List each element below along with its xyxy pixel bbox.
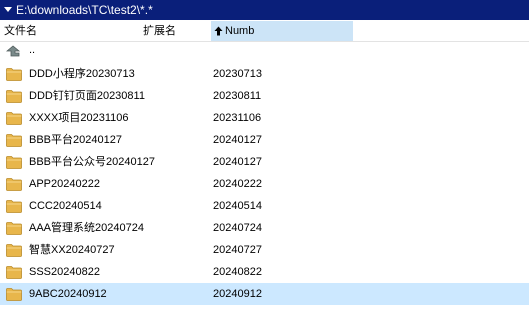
folder-numb: 20230713 [213,68,262,80]
folder-name: DDD钉钉页面20230811 [29,90,145,102]
folder-name: 9ABC20240912 [29,288,107,300]
folder-icon [6,265,22,279]
parent-directory-icon [5,45,22,59]
column-header-extension-label: 扩展名 [143,25,176,37]
folder-numb: 20240222 [213,178,262,190]
path-bar[interactable]: E:\downloads\TC\test2\*.* [0,0,529,20]
folder-rows: DDD小程序20230713 20230713 DDD钉钉页面20230811 202… [0,63,529,305]
column-header-bar: 文件名 扩展名 Numb [0,21,529,42]
folder-row[interactable]: XXXX项目20231106 20231106 [0,107,529,129]
folder-row[interactable]: CCC20240514 20240514 [0,195,529,217]
folder-name: DDD小程序20230713 [29,68,135,80]
folder-icon [6,111,22,125]
folder-numb: 20240127 [213,156,262,168]
column-header-numb-label: Numb [225,25,255,37]
folder-icon [6,155,22,169]
folder-numb: 20240822 [213,266,262,278]
folder-numb: 20230811 [213,90,262,102]
file-list: .. DDD小程序20230713 20230713 DDD钉钉页面20230811… [0,41,529,305]
folder-name: BBB平台公众号20240127 [29,156,155,168]
sort-ascending-arrow-icon [214,26,223,36]
folder-row[interactable]: DDD钉钉页面20230811 20230811 [0,85,529,107]
folder-icon [6,199,22,213]
column-header-name-label: 文件名 [4,25,37,37]
folder-row[interactable]: BBB平台20240127 20240127 [0,129,529,151]
folder-name: AAA管理系统20240724 [29,222,144,234]
folder-numb: 20240127 [213,134,262,146]
column-header-name[interactable]: 文件名 [4,21,140,41]
folder-row[interactable]: AAA管理系统20240724 20240724 [0,217,529,239]
folder-icon [6,243,22,257]
folder-name: XXXX项目20231106 [29,112,129,124]
current-path: E:\downloads\TC\test2\*.* [16,3,153,17]
folder-icon [6,221,22,235]
parent-directory-label: .. [29,44,36,56]
folder-numb: 20240727 [213,244,262,256]
folder-row[interactable]: DDD小程序20230713 20230713 [0,63,529,85]
folder-icon [6,133,22,147]
folder-numb: 20240724 [213,222,262,234]
folder-icon [6,67,22,81]
folder-name: APP20240222 [29,178,100,190]
folder-name: CCC20240514 [29,200,102,212]
folder-icon [6,287,22,301]
folder-numb: 20231106 [213,112,262,124]
folder-row[interactable]: SSS20240822 20240822 [0,261,529,283]
chevron-down-icon[interactable] [0,0,16,20]
folder-icon [6,89,22,103]
folder-row[interactable]: 9ABC20240912 20240912 [0,283,529,305]
column-header-extension[interactable]: 扩展名 [143,21,209,41]
file-manager-window: E:\downloads\TC\test2\*.* 文件名 扩展名 Numb . [0,0,529,329]
folder-name: 智慧XX20240727 [29,244,115,256]
folder-row[interactable]: 智慧XX20240727 20240727 [0,239,529,261]
folder-name: SSS20240822 [29,266,100,278]
parent-directory-row[interactable]: .. [0,41,529,63]
folder-row[interactable]: BBB平台公众号20240127 20240127 [0,151,529,173]
column-header-numb[interactable]: Numb [211,21,353,41]
folder-numb: 20240514 [213,200,262,212]
folder-row[interactable]: APP20240222 20240222 [0,173,529,195]
folder-numb: 20240912 [213,288,262,300]
folder-name: BBB平台20240127 [29,134,122,146]
folder-icon [6,177,22,191]
